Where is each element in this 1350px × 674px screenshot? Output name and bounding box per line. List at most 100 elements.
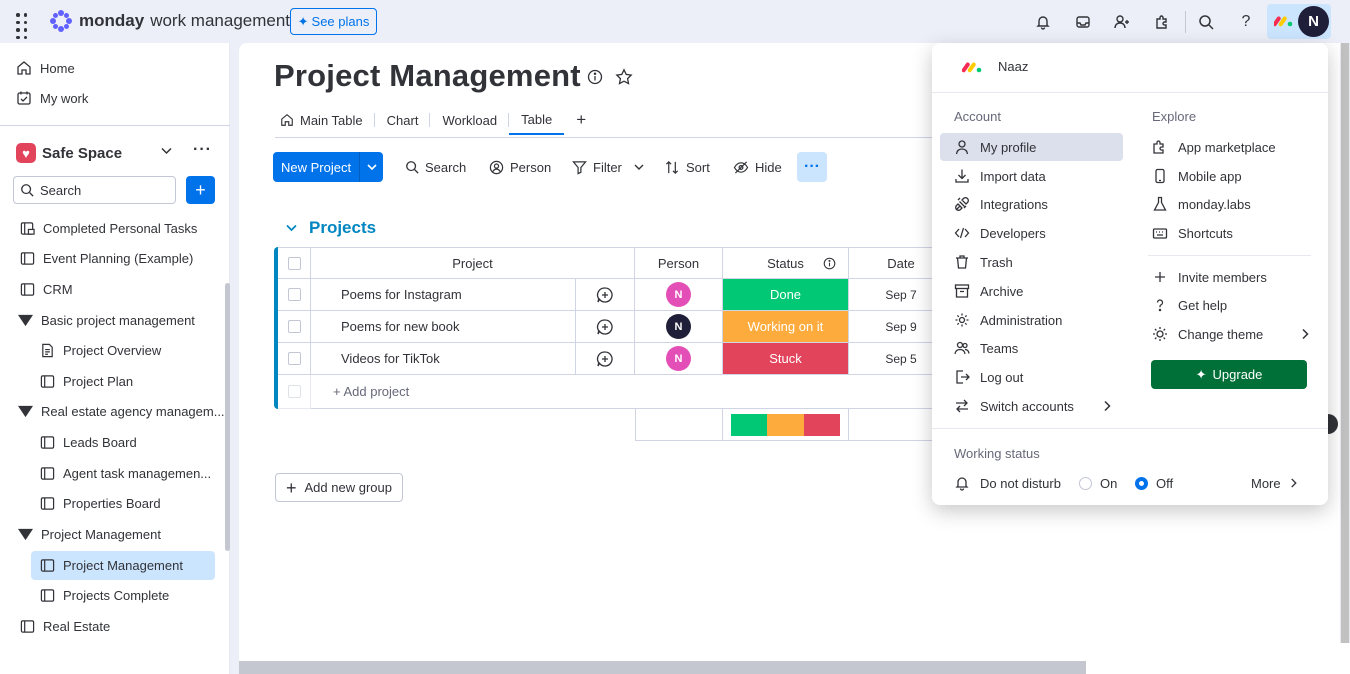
avatar[interactable]: N <box>1298 6 1329 37</box>
column-header-person[interactable]: Person <box>635 247 723 279</box>
see-plans-button[interactable]: ✦ See plans <box>290 8 377 35</box>
sort-button[interactable]: Sort <box>665 152 710 182</box>
menu-item-get-help[interactable]: Get help <box>1152 291 1227 319</box>
sidebar-item-my-work[interactable]: My work <box>16 90 88 106</box>
brand[interactable]: monday work management <box>49 9 290 33</box>
sidebar-item-board[interactable]: Projects Complete <box>40 582 169 608</box>
search-icon[interactable] <box>1195 11 1217 33</box>
menu-item-archive[interactable]: Archive <box>954 277 1023 305</box>
status-cell[interactable]: Stuck <box>723 343 849 375</box>
tab-main-table[interactable]: Main Table <box>276 105 375 135</box>
menu-item-teams[interactable]: Teams <box>954 334 1018 362</box>
inbox-icon[interactable] <box>1072 11 1094 33</box>
menu-item-my-profile[interactable]: My profile <box>940 133 1123 161</box>
vertical-scrollbar[interactable] <box>1340 43 1350 643</box>
row-checkbox[interactable] <box>278 343 311 375</box>
column-header-status[interactable]: Status <box>723 247 849 279</box>
menu-item-monday-labs[interactable]: monday.labs <box>1152 190 1251 218</box>
menu-item-switch-accounts[interactable]: Switch accounts <box>954 392 1112 420</box>
menu-item-change-theme[interactable]: Change theme <box>1152 320 1310 348</box>
menu-item-integrations[interactable]: Integrations <box>954 190 1048 218</box>
dnd-off-radio[interactable]: Off <box>1135 469 1173 497</box>
star-icon[interactable] <box>615 68 633 86</box>
row-name[interactable]: Poems for new book <box>311 311 576 343</box>
menu-item-developers[interactable]: Developers <box>954 219 1046 247</box>
sidebar-scrollbar[interactable] <box>225 283 230 551</box>
sidebar-item-board[interactable]: Agent task managemen... <box>40 460 211 486</box>
row-name[interactable]: Videos for TikTok <box>311 343 576 375</box>
menu-item-log-out[interactable]: Log out <box>954 363 1023 391</box>
invite-members-icon[interactable] <box>1111 11 1133 33</box>
chevron-down-icon[interactable] <box>286 224 297 232</box>
new-project-button[interactable]: New Project <box>273 152 383 182</box>
upgrade-button[interactable]: ✦ Upgrade <box>1151 360 1307 389</box>
notifications-bell-icon[interactable] <box>1032 11 1054 33</box>
menu-item-administration[interactable]: Administration <box>954 306 1062 334</box>
sidebar-item-board[interactable]: Completed Personal Tasks <box>20 215 197 241</box>
horizontal-scrollbar[interactable] <box>239 661 1086 674</box>
sidebar-item-board[interactable]: Project Plan <box>40 368 133 394</box>
person-cell[interactable]: N <box>635 279 723 311</box>
workspace-more-icon[interactable]: ··· <box>193 141 212 159</box>
search-button[interactable]: Search <box>405 152 466 182</box>
row-name[interactable]: Poems for Instagram <box>311 279 576 311</box>
sidebar-item-board[interactable]: Event Planning (Example) <box>20 245 193 271</box>
tab-workload[interactable]: Workload <box>430 105 509 135</box>
sidebar-item-home[interactable]: Home <box>16 60 75 76</box>
help-icon[interactable]: ? <box>1235 11 1257 33</box>
status-cell[interactable]: Done <box>723 279 849 311</box>
menu-item-import-data[interactable]: Import data <box>954 162 1046 190</box>
sidebar-item-board[interactable]: Properties Board <box>40 490 161 516</box>
workspace-selector[interactable]: ♥ Safe Space <box>16 143 122 163</box>
filter-button[interactable]: Filter <box>572 152 644 182</box>
sidebar-item-board-selected[interactable]: Project Management <box>31 551 215 580</box>
add-new-group-button[interactable]: + Add new group <box>275 473 403 502</box>
sidebar-item-board[interactable]: CRM <box>20 276 73 302</box>
chevron-down-icon[interactable] <box>634 164 644 171</box>
chevron-down-icon[interactable] <box>359 152 383 182</box>
more-status-button[interactable]: More <box>1251 469 1298 497</box>
apps-puzzle-icon[interactable] <box>1151 11 1173 33</box>
select-all-checkbox[interactable] <box>278 247 311 279</box>
row-checkbox[interactable] <box>278 311 311 343</box>
add-update-icon[interactable] <box>576 279 635 311</box>
info-icon[interactable] <box>823 257 836 270</box>
status-cell[interactable]: Working on it <box>723 311 849 343</box>
menu-item-trash[interactable]: Trash <box>954 248 1013 276</box>
apps-grid-icon[interactable] <box>14 11 36 47</box>
my-work-label: My work <box>40 90 89 106</box>
dnd-on-radio[interactable]: On <box>1079 469 1117 497</box>
sidebar-item-doc[interactable]: Project Overview <box>40 337 161 363</box>
person-cell[interactable]: N <box>635 343 723 375</box>
info-icon[interactable] <box>587 69 603 85</box>
add-project-input[interactable]: + Add project <box>311 375 954 409</box>
add-update-icon[interactable] <box>576 311 635 343</box>
add-board-button[interactable]: + <box>186 176 215 204</box>
sidebar-folder[interactable]: Real estate agency managem... <box>18 398 225 424</box>
tab-table[interactable]: Table <box>509 105 565 135</box>
caret-down-icon <box>18 314 33 326</box>
row-checkbox[interactable] <box>278 279 311 311</box>
sidebar-item-board[interactable]: Real Estate <box>20 613 110 639</box>
sidebar-item-label: Leads Board <box>63 434 137 450</box>
search-icon <box>21 184 34 197</box>
more-actions-icon[interactable]: ··· <box>797 152 827 182</box>
sidebar-folder[interactable]: Project Management <box>18 521 161 547</box>
group-header[interactable]: Projects <box>286 218 376 238</box>
sidebar-search-input[interactable]: Search <box>13 176 176 204</box>
sidebar-folder[interactable]: Basic project management <box>18 307 195 333</box>
menu-item-shortcuts[interactable]: Shortcuts <box>1152 219 1233 247</box>
add-view-icon[interactable]: + <box>564 105 598 135</box>
column-header-project[interactable]: Project <box>311 247 635 279</box>
chevron-down-icon[interactable] <box>161 147 172 155</box>
menu-divider <box>932 92 1328 93</box>
person-cell[interactable]: N <box>635 311 723 343</box>
add-update-icon[interactable] <box>576 343 635 375</box>
hide-button[interactable]: Hide <box>733 152 782 182</box>
menu-item-app-marketplace[interactable]: App marketplace <box>1152 133 1276 161</box>
person-filter-button[interactable]: Person <box>489 152 551 182</box>
sidebar-item-board[interactable]: Leads Board <box>40 429 137 455</box>
menu-item-mobile-app[interactable]: Mobile app <box>1152 162 1242 190</box>
tab-chart[interactable]: Chart <box>375 105 431 135</box>
menu-item-invite-members[interactable]: Invite members <box>1152 263 1267 291</box>
